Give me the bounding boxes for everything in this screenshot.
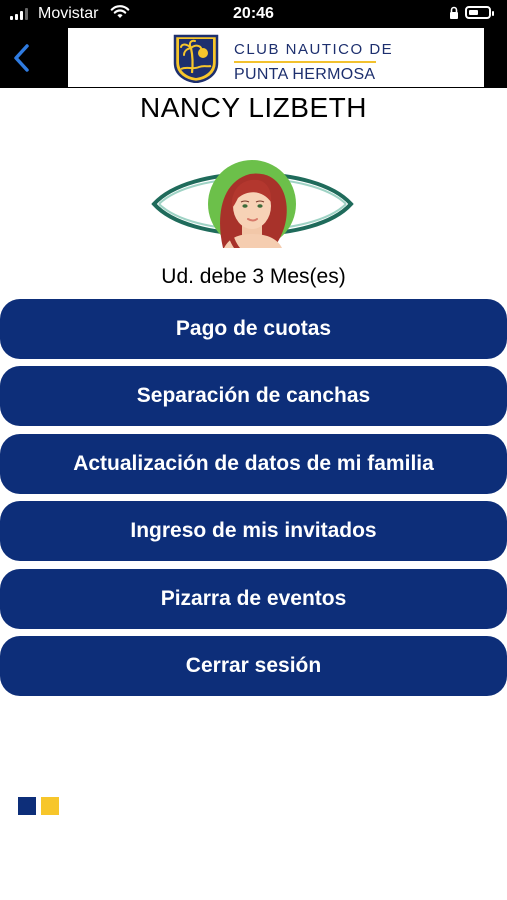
user-name: NANCY LIZBETH: [140, 92, 367, 123]
cerrar-sesion-button[interactable]: Cerrar sesión: [0, 636, 507, 696]
button-label: Pizarra de eventos: [160, 587, 347, 610]
pizarra-de-eventos-button[interactable]: Pizarra de eventos: [0, 569, 507, 629]
logo-divider: [234, 61, 376, 63]
decor-square-blue: [18, 797, 36, 815]
ingreso-invitados-button[interactable]: Ingreso de mis invitados: [0, 501, 507, 561]
club-logo: CLUB NAUTICO DE PUNTA HERMOSA: [68, 28, 484, 87]
app-header: CLUB NAUTICO DE PUNTA HERMOSA: [0, 28, 507, 88]
status-bar: Movistar 20:46: [0, 0, 507, 28]
logo-line2: PUNTA HERMOSA: [234, 66, 376, 83]
user-avatar: [151, 160, 354, 248]
button-label: Separación de canchas: [136, 384, 371, 407]
debt-message: Ud. debe 3 Mes(es): [161, 265, 346, 288]
pago-de-cuotas-button[interactable]: Pago de cuotas: [0, 299, 507, 359]
orientation-lock-icon: [450, 6, 458, 19]
app-screen: Movistar 20:46 CLUB NAUTICO DE PUNTA HER…: [0, 0, 507, 900]
back-chevron-icon[interactable]: [10, 42, 34, 74]
button-label: Ingreso de mis invitados: [130, 519, 377, 542]
palm-tree-emblem-icon: [173, 34, 219, 83]
clock-time: 20:46: [233, 5, 274, 22]
decor-square-yellow: [41, 797, 59, 815]
battery-icon: [465, 6, 494, 19]
separacion-de-canchas-button[interactable]: Separación de canchas: [0, 366, 507, 426]
button-label: Cerrar sesión: [185, 654, 322, 677]
logo-line1: CLUB NAUTICO DE: [234, 41, 394, 58]
button-label: Actualización de datos de mi familia: [73, 452, 434, 475]
actualizacion-datos-familia-button[interactable]: Actualización de datos de mi familia: [0, 434, 507, 494]
button-label: Pago de cuotas: [175, 317, 332, 340]
